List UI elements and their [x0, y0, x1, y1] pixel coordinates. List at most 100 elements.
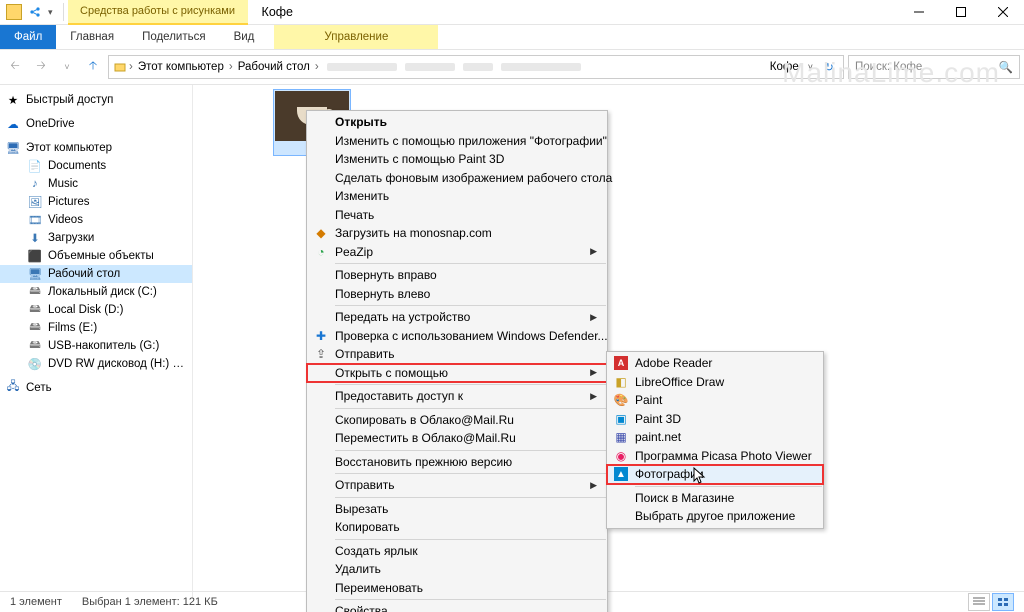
- adobe-icon: A: [613, 355, 629, 371]
- qa-dropdown-icon[interactable]: ▾: [48, 7, 53, 18]
- submenu-item[interactable]: AAdobe Reader: [607, 354, 823, 373]
- open-with-submenu: AAdobe Reader◧LibreOffice Draw🎨Paint▣Pai…: [606, 351, 824, 529]
- sidebar-network[interactable]: 🖧Сеть: [0, 379, 192, 397]
- maximize-button[interactable]: [940, 0, 982, 24]
- ribbon-tab-home[interactable]: Главная: [56, 25, 128, 49]
- context-menu-item[interactable]: Изменить с помощью приложения "Фотографи…: [307, 132, 607, 151]
- search-placeholder: Поиск: Кофе: [855, 61, 922, 73]
- context-menu-item[interactable]: Вырезать: [307, 500, 607, 519]
- nav-history-dropdown[interactable]: ˅: [56, 56, 78, 78]
- context-menu-item-label: Изменить с помощью приложения "Фотографи…: [335, 134, 607, 148]
- context-menu-item[interactable]: Открыть с помощью▶: [307, 364, 607, 383]
- submenu-item-label: Выбрать другое приложение: [635, 509, 795, 523]
- context-menu-item[interactable]: Восстановить прежнюю версию: [307, 453, 607, 472]
- nav-up-button[interactable]: 🡡: [82, 56, 104, 78]
- nav-back-button[interactable]: 🡠: [4, 56, 26, 78]
- context-menu-item[interactable]: Создать ярлык: [307, 542, 607, 561]
- context-menu-item[interactable]: Переименовать: [307, 579, 607, 598]
- submenu-item-label: Paint: [635, 393, 662, 407]
- context-menu-item[interactable]: Передать на устройство▶: [307, 308, 607, 327]
- sidebar-drive[interactable]: 🖴Локальный диск (C:): [0, 283, 192, 301]
- context-menu-item[interactable]: ◆Загрузить на monosnap.com: [307, 224, 607, 243]
- context-menu-item[interactable]: Отправить▶: [307, 476, 607, 495]
- ribbon-tab-view[interactable]: Вид: [220, 25, 269, 49]
- context-menu-item[interactable]: Скопировать в Облако@Mail.Ru: [307, 411, 607, 430]
- context-menu-item[interactable]: Удалить: [307, 560, 607, 579]
- sidebar-folder[interactable]: ♪Music: [0, 175, 192, 193]
- view-icons-button[interactable]: [992, 593, 1014, 611]
- sidebar-folder[interactable]: 🖼Pictures: [0, 193, 192, 211]
- submenu-item-label: LibreOffice Draw: [635, 375, 724, 389]
- breadcrumb[interactable]: › Этот компьютер › Рабочий стол › Кофе ˅…: [108, 55, 844, 79]
- nav-forward-button[interactable]: 🡢: [30, 56, 52, 78]
- submenu-item[interactable]: 🎨Paint: [607, 391, 823, 410]
- sidebar-drive[interactable]: 🖴Local Disk (D:): [0, 301, 192, 319]
- breadcrumb-current[interactable]: Кофе: [767, 61, 802, 73]
- context-menu-item[interactable]: ◔PeaZip▶: [307, 243, 607, 262]
- sidebar-drive[interactable]: 🖴USB-накопитель (G:): [0, 337, 192, 355]
- ribbon-tab-manage[interactable]: Управление: [274, 25, 438, 49]
- sidebar-this-pc[interactable]: 🖥Этот компьютер: [0, 139, 192, 157]
- search-input[interactable]: Поиск: Кофе 🔍: [848, 55, 1020, 79]
- context-menu-item-label: Переместить в Облако@Mail.Ru: [335, 431, 516, 445]
- context-menu-item[interactable]: Копировать: [307, 518, 607, 537]
- context-menu-item-label: Переименовать: [335, 581, 423, 595]
- breadcrumb-item[interactable]: Рабочий стол: [235, 61, 313, 73]
- context-menu-item[interactable]: Печать: [307, 206, 607, 225]
- context-menu-item[interactable]: Переместить в Облако@Mail.Ru: [307, 429, 607, 448]
- minimize-button[interactable]: [898, 0, 940, 24]
- submenu-item[interactable]: ▣Paint 3D: [607, 410, 823, 429]
- qa-share-icon[interactable]: [28, 5, 42, 19]
- submenu-item[interactable]: ◉Программа Picasa Photo Viewer: [607, 447, 823, 466]
- sidebar-folder[interactable]: ⬛Объемные объекты: [0, 247, 192, 265]
- submenu-item[interactable]: ◧LibreOffice Draw: [607, 373, 823, 392]
- context-menu-item-label: Загрузить на monosnap.com: [335, 226, 492, 240]
- submenu-item[interactable]: Выбрать другое приложение: [607, 507, 823, 526]
- ribbon-tabs: Файл Главная Поделиться Вид Управление: [0, 25, 1024, 50]
- close-button[interactable]: [982, 0, 1024, 24]
- sidebar-drive[interactable]: 🖴Films (E:): [0, 319, 192, 337]
- sidebar-folder[interactable]: 🎞Videos: [0, 211, 192, 229]
- refresh-button[interactable]: ↻: [819, 60, 839, 74]
- context-menu-item-label: Изменить: [335, 189, 389, 203]
- breadcrumb-item[interactable]: Этот компьютер: [135, 61, 227, 73]
- sidebar-drive[interactable]: 💿DVD RW дисковод (H:) THE_SIMPSONS_MOVIE: [0, 355, 192, 373]
- sidebar-item-label: Films (E:): [48, 322, 97, 334]
- sidebar-onedrive[interactable]: ☁OneDrive: [0, 115, 192, 133]
- sidebar-folder[interactable]: ⬇Загрузки: [0, 229, 192, 247]
- context-menu-item[interactable]: Предоставить доступ к▶: [307, 387, 607, 406]
- context-menu-item-label: Вырезать: [335, 502, 388, 516]
- status-item-count: 1 элемент: [10, 596, 62, 608]
- context-menu-item[interactable]: Изменить с помощью Paint 3D: [307, 150, 607, 169]
- context-menu-item-label: Копировать: [335, 520, 400, 534]
- context-menu-item[interactable]: Открыть: [307, 113, 607, 132]
- context-menu-item[interactable]: Повернуть вправо: [307, 266, 607, 285]
- context-menu-item-label: Предоставить доступ к: [335, 389, 463, 403]
- submenu-item[interactable]: ▦paint.net: [607, 428, 823, 447]
- sidebar-item-label: Быстрый доступ: [26, 94, 113, 106]
- sidebar-folder[interactable]: 🖥Рабочий стол: [0, 265, 192, 283]
- context-menu-item-label: Свойства: [335, 604, 388, 612]
- file-tab[interactable]: Файл: [0, 25, 56, 49]
- drive-icon: 💿: [28, 357, 42, 371]
- submenu-item-label: Фотографии: [635, 467, 704, 481]
- context-menu-item[interactable]: Сделать фоновым изображением рабочего ст…: [307, 169, 607, 188]
- drive-icon: 🖴: [28, 285, 42, 299]
- context-menu-item[interactable]: ⇪Отправить: [307, 345, 607, 364]
- context-menu-item[interactable]: ✚Проверка с использованием Windows Defen…: [307, 327, 607, 346]
- context-menu-item[interactable]: Изменить: [307, 187, 607, 206]
- ribbon-tab-share[interactable]: Поделиться: [128, 25, 220, 49]
- title-bar: ▾ Средства работы с рисунками Кофе: [0, 0, 1024, 25]
- folder-icon: 🖼: [28, 195, 42, 209]
- submenu-item[interactable]: Поиск в Магазине: [607, 489, 823, 508]
- submenu-item-label: Paint 3D: [635, 412, 681, 426]
- context-menu-item[interactable]: Повернуть влево: [307, 285, 607, 304]
- breadcrumb-dropdown[interactable]: ˅: [802, 62, 819, 72]
- sidebar-quick-access[interactable]: ★Быстрый доступ: [0, 91, 192, 109]
- submenu-arrow-icon: ▶: [590, 246, 597, 257]
- sidebar-folder[interactable]: 📄Documents: [0, 157, 192, 175]
- submenu-item[interactable]: ▲Фотографии: [607, 465, 823, 484]
- drive-icon: 🖴: [28, 303, 42, 317]
- context-menu-item[interactable]: Свойства: [307, 602, 607, 612]
- view-details-button[interactable]: [968, 593, 990, 611]
